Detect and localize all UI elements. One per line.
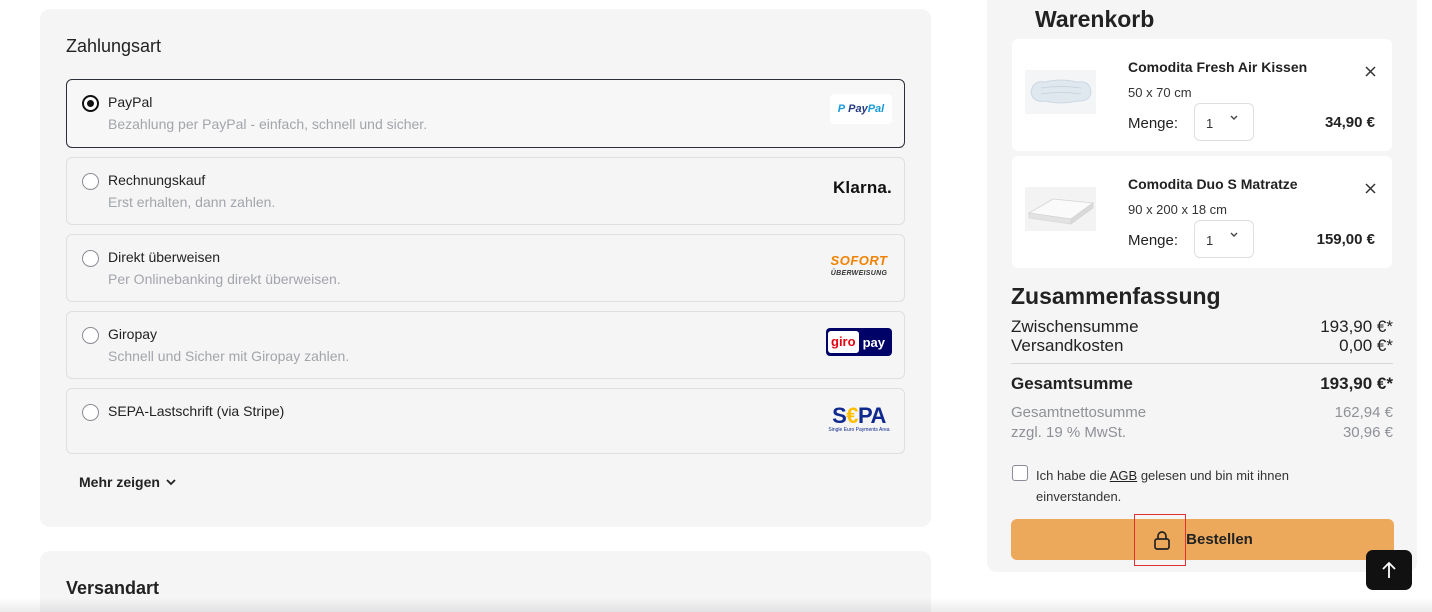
radio-unselected[interactable] [82,173,99,190]
show-more-label: Mehr zeigen [79,474,160,490]
giropay-logo: giro pay [826,328,892,356]
total-value: 193,90 €* [1320,374,1393,393]
payment-option-rechnungskauf[interactable]: Rechnungskauf Erst erhalten, dann zahlen… [66,157,905,225]
cart-item: Comodita Duo S Matratze 90 x 200 x 18 cm… [1012,156,1392,268]
vat-label: zzgl. 19 % MwSt. [1011,424,1127,441]
cart-panel: Warenkorb Comodita Fresh Air Kissen 50 x… [987,0,1417,572]
item-price: 34,90 € [1324,114,1375,131]
chevron-down-icon [166,478,176,485]
chevron-down-icon [1230,115,1238,120]
quantity-label: Menge: [1128,232,1179,249]
option-description: Bezahlung per PayPal - einfach, schnell … [108,116,428,132]
payment-title: Zahlungsart [66,36,162,56]
vat-value: 30,96 € [1342,424,1393,441]
pillow-image [1025,70,1096,114]
shipping-section: Versandart [40,551,931,612]
item-price: 159,00 € [1316,231,1375,248]
quantity-select[interactable]: 1 [1194,103,1254,141]
close-icon[interactable] [1365,66,1376,77]
item-size: 90 x 200 x 18 cm [1128,202,1227,217]
quantity-select[interactable]: 1 [1194,220,1254,258]
radio-selected[interactable] [82,95,99,112]
agb-text: Ich habe die AGB gelesen und bin mit ihn… [1036,468,1289,504]
option-name: SEPA-Lastschrift (via Stripe) [108,403,285,419]
subtotal-label: Zwischensumme [1011,317,1139,336]
option-name: Giropay [108,326,158,342]
option-name: Direkt überweisen [108,249,221,265]
mattress-image [1025,187,1096,231]
paypal-logo: P Pay Pal [830,94,892,124]
payment-option-sofort[interactable]: Direkt überweisen Per Onlinebanking dire… [66,234,905,302]
close-icon[interactable] [1365,183,1376,194]
option-name: PayPal [108,94,153,110]
quantity-label: Menge: [1128,115,1179,132]
net-row: Gesamtnettosumme 162,94 € [1011,404,1393,421]
net-value: 162,94 € [1334,404,1393,421]
scroll-to-top-button[interactable] [1366,550,1412,590]
agb-checkbox[interactable] [1012,465,1028,481]
klarna-logo: Klarna. [832,178,892,197]
lock-icon [1154,530,1170,550]
summary-title: Zusammenfassung [1011,283,1221,309]
option-name: Rechnungskauf [108,172,206,188]
agb-link[interactable]: AGB [1110,468,1137,483]
arrow-up-icon [1382,561,1396,578]
subtotal-row: Zwischensumme 193,90 €* [1011,317,1393,337]
payment-section: Zahlungsart PayPal Bezahlung per PayPal … [40,9,931,527]
subtotal-value: 193,90 €* [1320,317,1393,336]
radio-unselected[interactable] [82,250,99,267]
cart-item: Comodita Fresh Air Kissen 50 x 70 cm Men… [1012,39,1392,151]
option-description: Schnell und Sicher mit Giropay zahlen. [108,348,350,364]
shipping-cost-label: Versandkosten [1011,336,1124,355]
cart-title: Warenkorb [1035,6,1155,32]
order-button-label: Bestellen [1186,531,1253,548]
total-row: Gesamtsumme 193,90 €* [1011,374,1393,394]
radio-unselected[interactable] [82,327,99,344]
vat-row: zzgl. 19 % MwSt. 30,96 € [1011,424,1393,441]
payment-option-giropay[interactable]: Giropay Schnell und Sicher mit Giropay z… [66,311,905,379]
option-description: Per Onlinebanking direkt überweisen. [108,271,341,287]
payment-option-paypal[interactable]: PayPal Bezahlung per PayPal - einfach, s… [66,79,905,148]
item-size: 50 x 70 cm [1128,85,1192,100]
radio-unselected[interactable] [82,404,99,421]
payment-option-sepa[interactable]: SEPA-Lastschrift (via Stripe) S€PA Singl… [66,388,905,454]
net-label: Gesamtnettosumme [1011,404,1147,421]
show-more-button[interactable]: Mehr zeigen [79,474,176,490]
item-name: Comodita Fresh Air Kissen [1128,59,1308,75]
total-label: Gesamtsumme [1011,374,1133,393]
shipping-cost-value: 0,00 €* [1339,336,1393,355]
sepa-logo: S€PA Single Euro Payments Area [828,403,890,433]
checkout-page: Zahlungsart PayPal Bezahlung per PayPal … [0,0,1432,612]
chevron-down-icon [1230,232,1238,237]
divider [1011,363,1393,364]
item-name: Comodita Duo S Matratze [1128,176,1298,192]
shipping-cost-row: Versandkosten 0,00 €* [1011,336,1393,356]
shipping-title: Versandart [66,578,160,598]
option-description: Erst erhalten, dann zahlen. [108,194,276,210]
sofort-logo: SOFORT ÜBERWEISUNG [830,253,888,277]
order-button[interactable]: Bestellen [1011,519,1394,560]
